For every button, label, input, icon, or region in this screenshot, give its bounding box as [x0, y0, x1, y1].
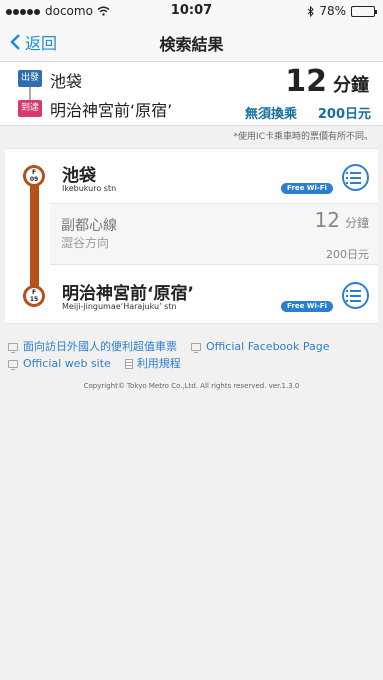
from-station-roman: Ikebukuro stn	[62, 184, 117, 193]
battery-icon	[351, 5, 377, 17]
station-code-letter: F	[31, 289, 37, 296]
line-direction: 澀谷方向	[61, 236, 110, 250]
total-time-unit: 分鐘	[333, 75, 369, 96]
departure-station: 池袋	[50, 72, 83, 91]
status-bar: docomo 10:07 78%	[0, 0, 383, 22]
segment-time-value: 12	[314, 208, 340, 232]
document-icon	[124, 358, 133, 369]
from-station-name: 池袋	[62, 166, 96, 186]
route-segment: 副都心線 澀谷方向 12 分鐘 200日元	[50, 203, 378, 265]
segment-fare: 200日元	[326, 248, 369, 261]
station-code-number: 15	[29, 296, 39, 303]
station-code-letter: F	[31, 169, 37, 176]
monitor-icon	[8, 342, 18, 353]
navigation-bar: 返回 検索結果	[0, 22, 383, 62]
terms-link[interactable]: 利用規程	[137, 355, 181, 372]
bluetooth-icon	[307, 5, 315, 17]
segment-time-unit: 分鐘	[344, 216, 369, 230]
total-time-value: 12	[285, 64, 327, 99]
route-summary: 出發 到達 池袋 明治神宮前‘原宿’ 12 分鐘 無須換乘 200日元	[0, 62, 383, 126]
route-detail-card: F 09 池袋 Ikebukuro stn Free Wi-Fi 副都心線 澀谷方…	[5, 148, 378, 324]
station-number-icon: F 09	[23, 165, 45, 187]
total-time: 12 分鐘	[285, 64, 369, 99]
status-right: 78%	[307, 4, 377, 18]
battery-percent: 78%	[319, 4, 346, 18]
footer-links: 面向訪日外國人的便利超值車票 Official Facebook Page Of…	[8, 338, 330, 372]
transfer-info: 無須換乘	[244, 107, 297, 122]
total-fare: 200日元	[317, 107, 371, 122]
monitor-icon	[8, 359, 18, 370]
page-title: 検索結果	[159, 35, 224, 54]
foreign-pass-link[interactable]: 面向訪日外國人的便利超值車票	[23, 338, 177, 355]
arrival-badge: 到達	[18, 100, 42, 117]
to-station-name: 明治神宮前‘原宿’	[62, 284, 194, 304]
route-connector	[29, 87, 31, 100]
website-link[interactable]: Official web site	[23, 355, 111, 372]
ic-card-note: *使用IC卡乘車時的票價有所不同。	[233, 132, 373, 142]
station-menu-button[interactable]	[342, 164, 369, 191]
to-station-roman: Meiji-jingumae‘Harajuku’ stn	[62, 302, 177, 311]
station-menu-button[interactable]	[342, 282, 369, 309]
copyright-text: Copyright© Tokyo Metro Co.,Ltd. All righ…	[83, 382, 300, 390]
station-number-icon: F 15	[23, 285, 45, 307]
segment-time: 12 分鐘	[315, 208, 369, 232]
free-wifi-badge: Free Wi-Fi	[281, 183, 333, 194]
station-code-number: 09	[29, 176, 39, 183]
facebook-link[interactable]: Official Facebook Page	[206, 338, 330, 355]
departure-badge: 出發	[18, 70, 42, 87]
monitor-icon	[191, 342, 201, 353]
line-name: 副都心線	[61, 218, 117, 234]
arrival-station: 明治神宮前‘原宿’	[50, 101, 173, 120]
line-color-bar	[30, 183, 39, 301]
free-wifi-badge: Free Wi-Fi	[281, 301, 333, 312]
